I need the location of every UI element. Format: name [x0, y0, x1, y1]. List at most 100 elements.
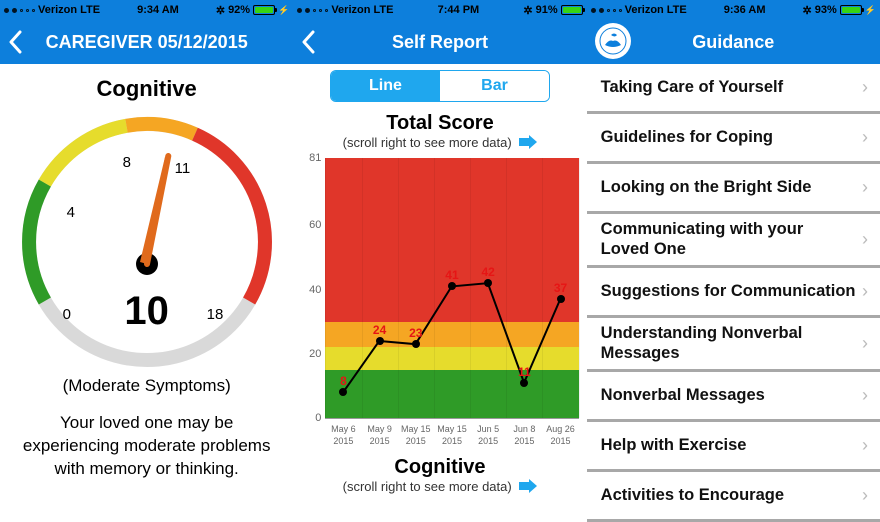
battery-pct: 93%	[815, 4, 837, 16]
list-item-label: Communicating with your Loved One	[601, 220, 856, 260]
data-point	[339, 388, 347, 396]
y-tick: 20	[309, 348, 321, 360]
status-bar: Verizon LTE 9:34 AM ✲ 92% ⚡	[0, 0, 293, 20]
y-tick: 81	[309, 152, 321, 164]
nav-bar: Guidance	[587, 20, 880, 64]
tick-8: 8	[123, 154, 131, 171]
list-item-label: Taking Care of Yourself	[601, 78, 783, 98]
chevron-right-icon: ›	[856, 77, 868, 98]
chart-title: Total Score	[301, 112, 578, 135]
network-label: LTE	[80, 4, 100, 16]
charging-icon: ⚡	[865, 5, 876, 16]
chevron-right-icon: ›	[856, 177, 868, 198]
chevron-right-icon: ›	[856, 127, 868, 148]
data-label: 8	[340, 374, 347, 388]
list-item[interactable]: Communicating with your Loved One›	[587, 214, 880, 268]
y-tick: 60	[309, 219, 321, 231]
list-item[interactable]: Suggestions for Communication›	[587, 268, 880, 318]
gauge-value: 10	[17, 289, 277, 334]
x-tick: May 62015	[325, 419, 361, 448]
tick-4: 4	[67, 204, 75, 221]
status-bar: Verizon LTE 9:36 AM ✲ 93% ⚡	[587, 0, 880, 20]
data-point	[376, 337, 384, 345]
guidance-list: Taking Care of Yourself›Guidelines for C…	[587, 64, 880, 522]
list-item[interactable]: Taking Care of Yourself ›	[587, 64, 880, 114]
chart2-scroll-hint: (scroll right to see more data)	[301, 479, 578, 496]
battery-icon	[840, 5, 862, 15]
clock: 7:44 PM	[438, 4, 480, 16]
section-title: Cognitive	[10, 76, 283, 102]
chevron-right-icon: ›	[856, 333, 868, 354]
x-tick: May 152015	[434, 419, 470, 448]
x-tick: Aug 262015	[542, 419, 578, 448]
chart2-title: Cognitive	[301, 456, 578, 479]
data-point	[557, 295, 565, 303]
chart-plot[interactable]: 0204060818242341421137May 62015May 92015…	[301, 158, 578, 448]
x-tick: Jun 82015	[506, 419, 542, 448]
list-item-label: Help with Exercise	[601, 436, 747, 456]
chevron-right-icon: ›	[856, 435, 868, 456]
battery-icon	[561, 5, 583, 15]
data-label: 41	[445, 268, 458, 282]
nav-bar: Self Report	[293, 20, 586, 64]
data-point	[520, 379, 528, 387]
nav-title: CAREGIVER 05/12/2015	[0, 32, 293, 53]
battery-icon	[253, 5, 275, 15]
status-bar: Verizon LTE 7:44 PM ✲ 91%	[293, 0, 586, 20]
bt-icon: ✲	[523, 4, 532, 17]
screen-self-report: Verizon LTE 7:44 PM ✲ 91% Self Report Li…	[293, 0, 586, 522]
seg-bar-label: Bar	[481, 77, 508, 95]
charging-icon: ⚡	[278, 5, 289, 16]
nav-title: Self Report	[293, 32, 586, 53]
gauge-needle	[140, 156, 170, 264]
network-label: LTE	[373, 4, 393, 16]
screen-guidance: Verizon LTE 9:36 AM ✲ 93% ⚡ Guidance Tak…	[587, 0, 880, 522]
arrow-right-icon	[519, 479, 537, 496]
gauge-caption: (Moderate Symptoms)	[10, 376, 283, 396]
list-item-label: Looking on the Bright Side	[601, 178, 812, 198]
data-label: 24	[373, 323, 386, 337]
list-item[interactable]: Understanding Nonverbal Messages›	[587, 318, 880, 372]
data-label: 23	[409, 326, 422, 340]
seg-bar[interactable]: Bar	[440, 71, 549, 101]
chevron-left-icon	[301, 30, 315, 54]
carrier-label: Verizon	[38, 4, 77, 16]
chevron-right-icon: ›	[856, 229, 868, 250]
bt-icon: ✲	[803, 4, 812, 17]
list-item[interactable]: Guidelines for Coping ›	[587, 114, 880, 164]
chevron-right-icon: ›	[856, 385, 868, 406]
list-item[interactable]: Activities to Encourage ›	[587, 472, 880, 522]
back-button[interactable]	[293, 20, 323, 64]
carrier-label: Verizon	[331, 4, 370, 16]
battery-pct: 91%	[536, 4, 558, 16]
data-point	[448, 282, 456, 290]
list-item[interactable]: Help with Exercise ›	[587, 422, 880, 472]
list-item[interactable]: Nonverbal Messages ›	[587, 372, 880, 422]
chevron-right-icon: ›	[856, 281, 868, 302]
chevron-left-icon	[8, 30, 22, 54]
list-item-label: Nonverbal Messages	[601, 386, 765, 406]
data-point	[484, 279, 492, 287]
gauge-description: Your loved one may be experiencing moder…	[16, 412, 277, 481]
tick-11: 11	[175, 160, 191, 177]
back-button[interactable]	[0, 20, 30, 64]
y-tick: 0	[315, 412, 321, 424]
seg-line[interactable]: Line	[331, 71, 440, 101]
arrow-right-icon	[519, 135, 537, 152]
segmented-control: Line Bar	[330, 70, 550, 102]
list-item[interactable]: Looking on the Bright Side ›	[587, 164, 880, 214]
list-item-label: Suggestions for Communication	[601, 282, 856, 302]
data-label: 11	[518, 365, 531, 379]
network-label: LTE	[667, 4, 687, 16]
chart-scroll-hint: (scroll right to see more data)	[301, 135, 578, 152]
bt-icon: ✲	[216, 4, 225, 17]
chevron-right-icon: ›	[856, 485, 868, 506]
battery-pct: 92%	[228, 4, 250, 16]
list-item-label: Activities to Encourage	[601, 486, 784, 506]
data-label: 37	[554, 281, 567, 295]
list-item-label: Guidelines for Coping	[601, 128, 773, 148]
clock: 9:36 AM	[724, 4, 766, 16]
list-item-label: Understanding Nonverbal Messages	[601, 324, 856, 364]
x-tick: Jun 52015	[470, 419, 506, 448]
clock: 9:34 AM	[137, 4, 179, 16]
